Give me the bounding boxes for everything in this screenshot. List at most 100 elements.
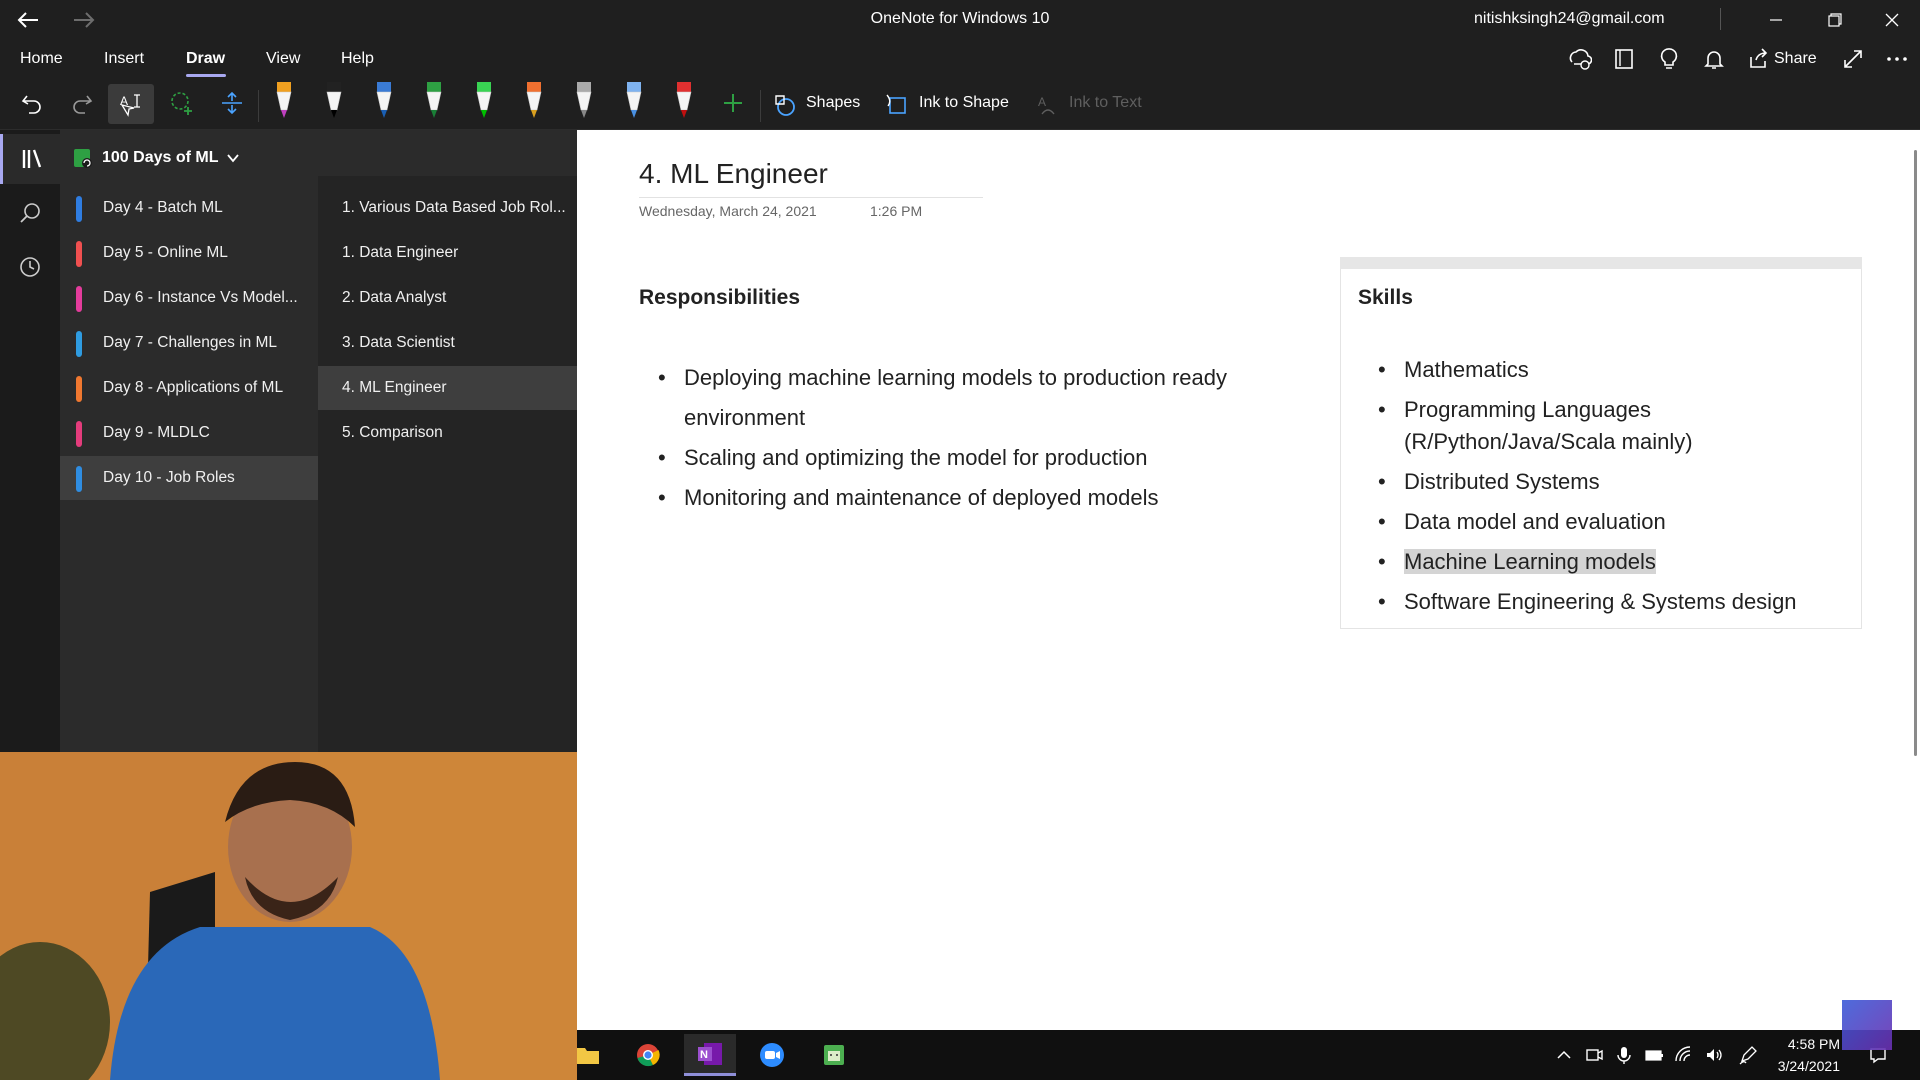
- page-time: 1:26 PM: [870, 203, 923, 219]
- list-item[interactable]: Monitoring and maintenance of deployed m…: [658, 478, 1278, 518]
- responsibilities-list[interactable]: Deploying machine learning models to pro…: [658, 358, 1278, 518]
- list-item[interactable]: Distributed Systems: [1378, 466, 1858, 498]
- share-icon[interactable]: [1746, 46, 1772, 72]
- black-pen[interactable]: [322, 80, 346, 122]
- section-item[interactable]: Day 7 - Challenges in ML: [60, 321, 318, 365]
- list-item[interactable]: Programming Languages (R/Python/Java/Sca…: [1378, 394, 1858, 458]
- container-drag-handle[interactable]: [1340, 257, 1862, 269]
- section-item[interactable]: Day 9 - MLDLC: [60, 411, 318, 455]
- tab-help[interactable]: Help: [341, 50, 374, 68]
- page-item[interactable]: 1. Data Engineer: [318, 231, 577, 275]
- taskbar-date[interactable]: 3/24/2021: [1776, 1058, 1840, 1074]
- folder-icon: [577, 1048, 599, 1064]
- volume-icon[interactable]: [1704, 1045, 1724, 1065]
- page-label: 1. Data Engineer: [342, 244, 459, 261]
- pen-icon: [626, 82, 642, 118]
- pen-icon: [376, 82, 392, 118]
- page-item[interactable]: 2. Data Analyst: [318, 276, 577, 320]
- page-view-icon[interactable]: [1611, 46, 1637, 72]
- ink-to-shape-icon[interactable]: [884, 92, 910, 118]
- notebook-icon: [74, 149, 92, 168]
- battery-icon[interactable]: [1644, 1045, 1664, 1065]
- grey-pen[interactable]: [572, 80, 596, 122]
- section-item[interactable]: Day 8 - Applications of ML: [60, 366, 318, 410]
- page-item[interactable]: 3. Data Scientist: [318, 321, 577, 365]
- section-label: Day 9 - MLDLC: [103, 424, 210, 441]
- type-select-tool[interactable]: A: [108, 84, 154, 124]
- lightblue-pen[interactable]: [622, 80, 646, 122]
- redo-icon: [73, 95, 93, 114]
- page-title[interactable]: 4. ML Engineer: [639, 158, 828, 190]
- responsibilities-heading[interactable]: Responsibilities: [639, 286, 800, 310]
- taskbar-time[interactable]: 4:58 PM: [1784, 1036, 1840, 1052]
- tab-insert[interactable]: Insert: [104, 50, 144, 68]
- lasso-select-tool[interactable]: [166, 86, 198, 120]
- show-hidden-icons-icon[interactable]: [1554, 1045, 1574, 1065]
- green-pen[interactable]: [422, 80, 446, 122]
- page-label: 2. Data Analyst: [342, 289, 447, 306]
- file-explorer-app[interactable]: [562, 1034, 614, 1076]
- share-button[interactable]: Share: [1774, 50, 1817, 68]
- add-pen-button[interactable]: [717, 86, 749, 120]
- add-space-tool[interactable]: [216, 86, 248, 120]
- skills-heading[interactable]: Skills: [1358, 286, 1413, 310]
- page-item[interactable]: 4. ML Engineer: [318, 366, 577, 410]
- tab-view[interactable]: View: [266, 50, 300, 68]
- ink-to-text-icon[interactable]: A: [1034, 92, 1060, 118]
- svg-text:N: N: [700, 1049, 708, 1061]
- list-item-highlighted[interactable]: Machine Learning models: [1378, 546, 1858, 578]
- onenote-app[interactable]: N: [684, 1034, 736, 1076]
- section-color-tab: [76, 466, 82, 492]
- pen-icon: [426, 82, 442, 118]
- blue-pen[interactable]: [372, 80, 396, 122]
- toolbar-separator: [760, 90, 761, 122]
- ink-to-shape-button[interactable]: Ink to Shape: [919, 94, 1009, 112]
- close-icon[interactable]: [1872, 6, 1912, 34]
- page-item[interactable]: 5. Comparison: [318, 411, 577, 455]
- bell-icon[interactable]: [1701, 46, 1727, 72]
- skills-list[interactable]: Mathematics Programming Languages (R/Pyt…: [1378, 354, 1858, 626]
- zoom-app[interactable]: [746, 1034, 798, 1076]
- tab-draw[interactable]: Draw: [186, 50, 225, 68]
- section-item[interactable]: Day 4 - Batch ML: [60, 186, 318, 230]
- undo-button[interactable]: [16, 86, 48, 120]
- more-options-icon[interactable]: [1884, 46, 1910, 72]
- lightbulb-icon[interactable]: [1656, 46, 1682, 72]
- vertical-scrollbar[interactable]: [1914, 150, 1917, 756]
- list-item[interactable]: Data model and evaluation: [1378, 506, 1858, 538]
- section-item[interactable]: Day 6 - Instance Vs Model...: [60, 276, 318, 320]
- search-nav[interactable]: [0, 188, 60, 238]
- microphone-icon[interactable]: [1614, 1045, 1634, 1065]
- pen-workspace-icon[interactable]: [1738, 1045, 1758, 1065]
- red-pen[interactable]: [672, 80, 696, 122]
- chrome-app[interactable]: [622, 1034, 674, 1076]
- wifi-icon[interactable]: [1674, 1045, 1694, 1065]
- ink-to-text-button[interactable]: Ink to Text: [1069, 94, 1142, 112]
- list-item[interactable]: Deploying machine learning models to pro…: [658, 358, 1278, 438]
- list-item[interactable]: Software Engineering & Systems design: [1378, 586, 1858, 618]
- shapes-button[interactable]: Shapes: [806, 94, 860, 112]
- list-item[interactable]: Scaling and optimizing the model for pro…: [658, 438, 1278, 478]
- page-item[interactable]: 1. Various Data Based Job Rol...: [318, 186, 577, 230]
- notebook-switcher[interactable]: 100 Days of ML: [72, 146, 240, 170]
- sync-icon[interactable]: [1566, 46, 1592, 72]
- orange-pen[interactable]: [522, 80, 546, 122]
- selected-text[interactable]: Machine Learning models: [1404, 549, 1656, 574]
- shapes-icon[interactable]: [772, 92, 798, 118]
- restore-icon[interactable]: [1814, 6, 1854, 34]
- minimize-icon[interactable]: [1756, 6, 1796, 34]
- account-email[interactable]: nitishksingh24@gmail.com: [1474, 10, 1665, 28]
- section-item[interactable]: Day 10 - Job Roles: [60, 456, 318, 500]
- notebooks-nav[interactable]: [0, 134, 60, 184]
- meet-now-icon[interactable]: [1584, 1045, 1604, 1065]
- recent-notes-nav[interactable]: [0, 242, 60, 292]
- android-studio-app[interactable]: [808, 1034, 860, 1076]
- section-item[interactable]: Day 5 - Online ML: [60, 231, 318, 275]
- redo-button[interactable]: [66, 86, 98, 120]
- clock-icon: [20, 257, 40, 277]
- green-highlighter[interactable]: [472, 80, 496, 122]
- fullscreen-icon[interactable]: [1840, 46, 1866, 72]
- list-item[interactable]: Mathematics: [1378, 354, 1858, 386]
- highlighter-pen[interactable]: [272, 80, 296, 122]
- tab-home[interactable]: Home: [20, 50, 63, 68]
